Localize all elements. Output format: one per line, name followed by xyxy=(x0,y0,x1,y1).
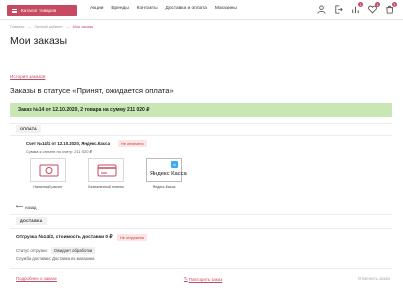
site-header: Каталог товаров Акции Бренды Контакты До… xyxy=(0,0,403,20)
delivery-service-row: Служба доставки: Доставка из магазина xyxy=(16,256,94,261)
arrow-left-icon: ⟵ xyxy=(16,204,24,210)
compare-count-badge: 1 xyxy=(358,2,363,7)
status-heading: Заказы в статусе «Принят, ожидается опла… xyxy=(10,86,174,95)
payment-method-cash[interactable] xyxy=(30,158,66,182)
header-icons: 1 1 1 xyxy=(316,2,397,15)
logout-button[interactable] xyxy=(333,3,344,15)
breadcrumb-home[interactable]: Главная xyxy=(10,25,24,29)
nav-item-contacts[interactable]: Контакты xyxy=(137,6,158,11)
back-link-label: назад xyxy=(25,204,37,210)
yandex-logo-mark: Ю xyxy=(171,161,178,168)
catalog-button[interactable]: Каталог товаров xyxy=(7,5,77,16)
divider xyxy=(10,123,392,124)
menu-icon xyxy=(12,8,17,13)
delivery-service-text: Служба доставки: Доставка из магазина xyxy=(16,256,95,261)
payment-method-yandex[interactable]: Ю Яндекс Касса xyxy=(146,158,187,182)
breadcrumb: Главная — Личный кабинет — Мои заказы xyxy=(10,25,93,29)
cancel-order-link[interactable]: Отменить заказ xyxy=(358,276,390,281)
breadcrumb-separator: — xyxy=(65,25,70,29)
cash-icon xyxy=(39,164,59,177)
cart-button[interactable]: 1 xyxy=(384,2,397,15)
nav-item-stores[interactable]: Магазины xyxy=(215,6,237,11)
divider xyxy=(10,214,392,215)
payment-method-label: Наличный расчет xyxy=(33,185,63,189)
divider xyxy=(10,268,392,269)
back-link[interactable]: ⟵ назад xyxy=(16,204,36,210)
shipment-title: Отгрузка №14/2, стоимость доставки 0 ₽ xyxy=(16,235,113,240)
payment-status-badge: Не оплачено xyxy=(118,140,147,147)
payment-section-label: ОПЛАТА xyxy=(16,125,41,133)
yandex-logo: Яндекс Касса xyxy=(150,171,187,177)
repeat-icon: ↻ xyxy=(184,276,188,281)
card-icon xyxy=(97,164,117,177)
favorites-count-badge: 1 xyxy=(375,2,380,7)
breadcrumb-separator: — xyxy=(27,25,32,29)
nav-item-delivery[interactable]: Доставка и оплата xyxy=(166,6,207,11)
nav-item-brands[interactable]: Бренды xyxy=(111,6,128,11)
repeat-order-label: Повторить заказ xyxy=(188,276,223,282)
repeat-order-link[interactable]: ↻ Повторить заказ xyxy=(184,276,222,282)
catalog-button-label: Каталог товаров xyxy=(21,8,57,13)
payment-method-cashless[interactable] xyxy=(88,158,124,182)
breadcrumb-account[interactable]: Личный кабинет xyxy=(34,25,63,29)
page-title: Мои заказы xyxy=(10,35,68,47)
favorites-button[interactable]: 1 xyxy=(367,2,380,15)
invoice-title: Счет №14/1 от 12.10.2020, Яндекс.Касса xyxy=(26,141,110,146)
cart-count-badge: 1 xyxy=(392,2,397,7)
breadcrumb-current: Мои заказы xyxy=(72,25,94,29)
divider xyxy=(10,135,392,136)
order-history-link[interactable]: История заказов xyxy=(10,74,45,79)
order-details-link[interactable]: Подробнее о заказе xyxy=(16,276,57,281)
payment-method-label: Безналичный платеж xyxy=(88,185,124,189)
shipment-status-label: Статус отгрузки: xyxy=(16,248,48,253)
delivery-section-label: ДОСТАВКА xyxy=(16,217,47,225)
logout-icon xyxy=(335,4,343,14)
divider xyxy=(10,228,392,229)
user-icon xyxy=(317,4,326,14)
account-button[interactable] xyxy=(316,3,327,15)
payment-method-label: Яндекс.Касса xyxy=(152,185,176,189)
main-nav: Акции Бренды Контакты Доставка и оплата … xyxy=(90,6,237,11)
nav-item-promotions[interactable]: Акции xyxy=(90,6,103,11)
shipment-status-value: Ожидает обработки xyxy=(50,247,96,254)
invoice-sum: Сумма к оплате по счету: 211 020 ₽ xyxy=(26,149,93,154)
shipment-status-row: Статус отгрузки: Ожидает обработки xyxy=(16,247,96,254)
compare-button[interactable]: 1 xyxy=(350,2,363,15)
order-summary-banner: Заказ №14 от 12.10.2020, 2 товара на сум… xyxy=(10,103,392,117)
shipment-status-badge: Не отгружено xyxy=(117,234,147,241)
